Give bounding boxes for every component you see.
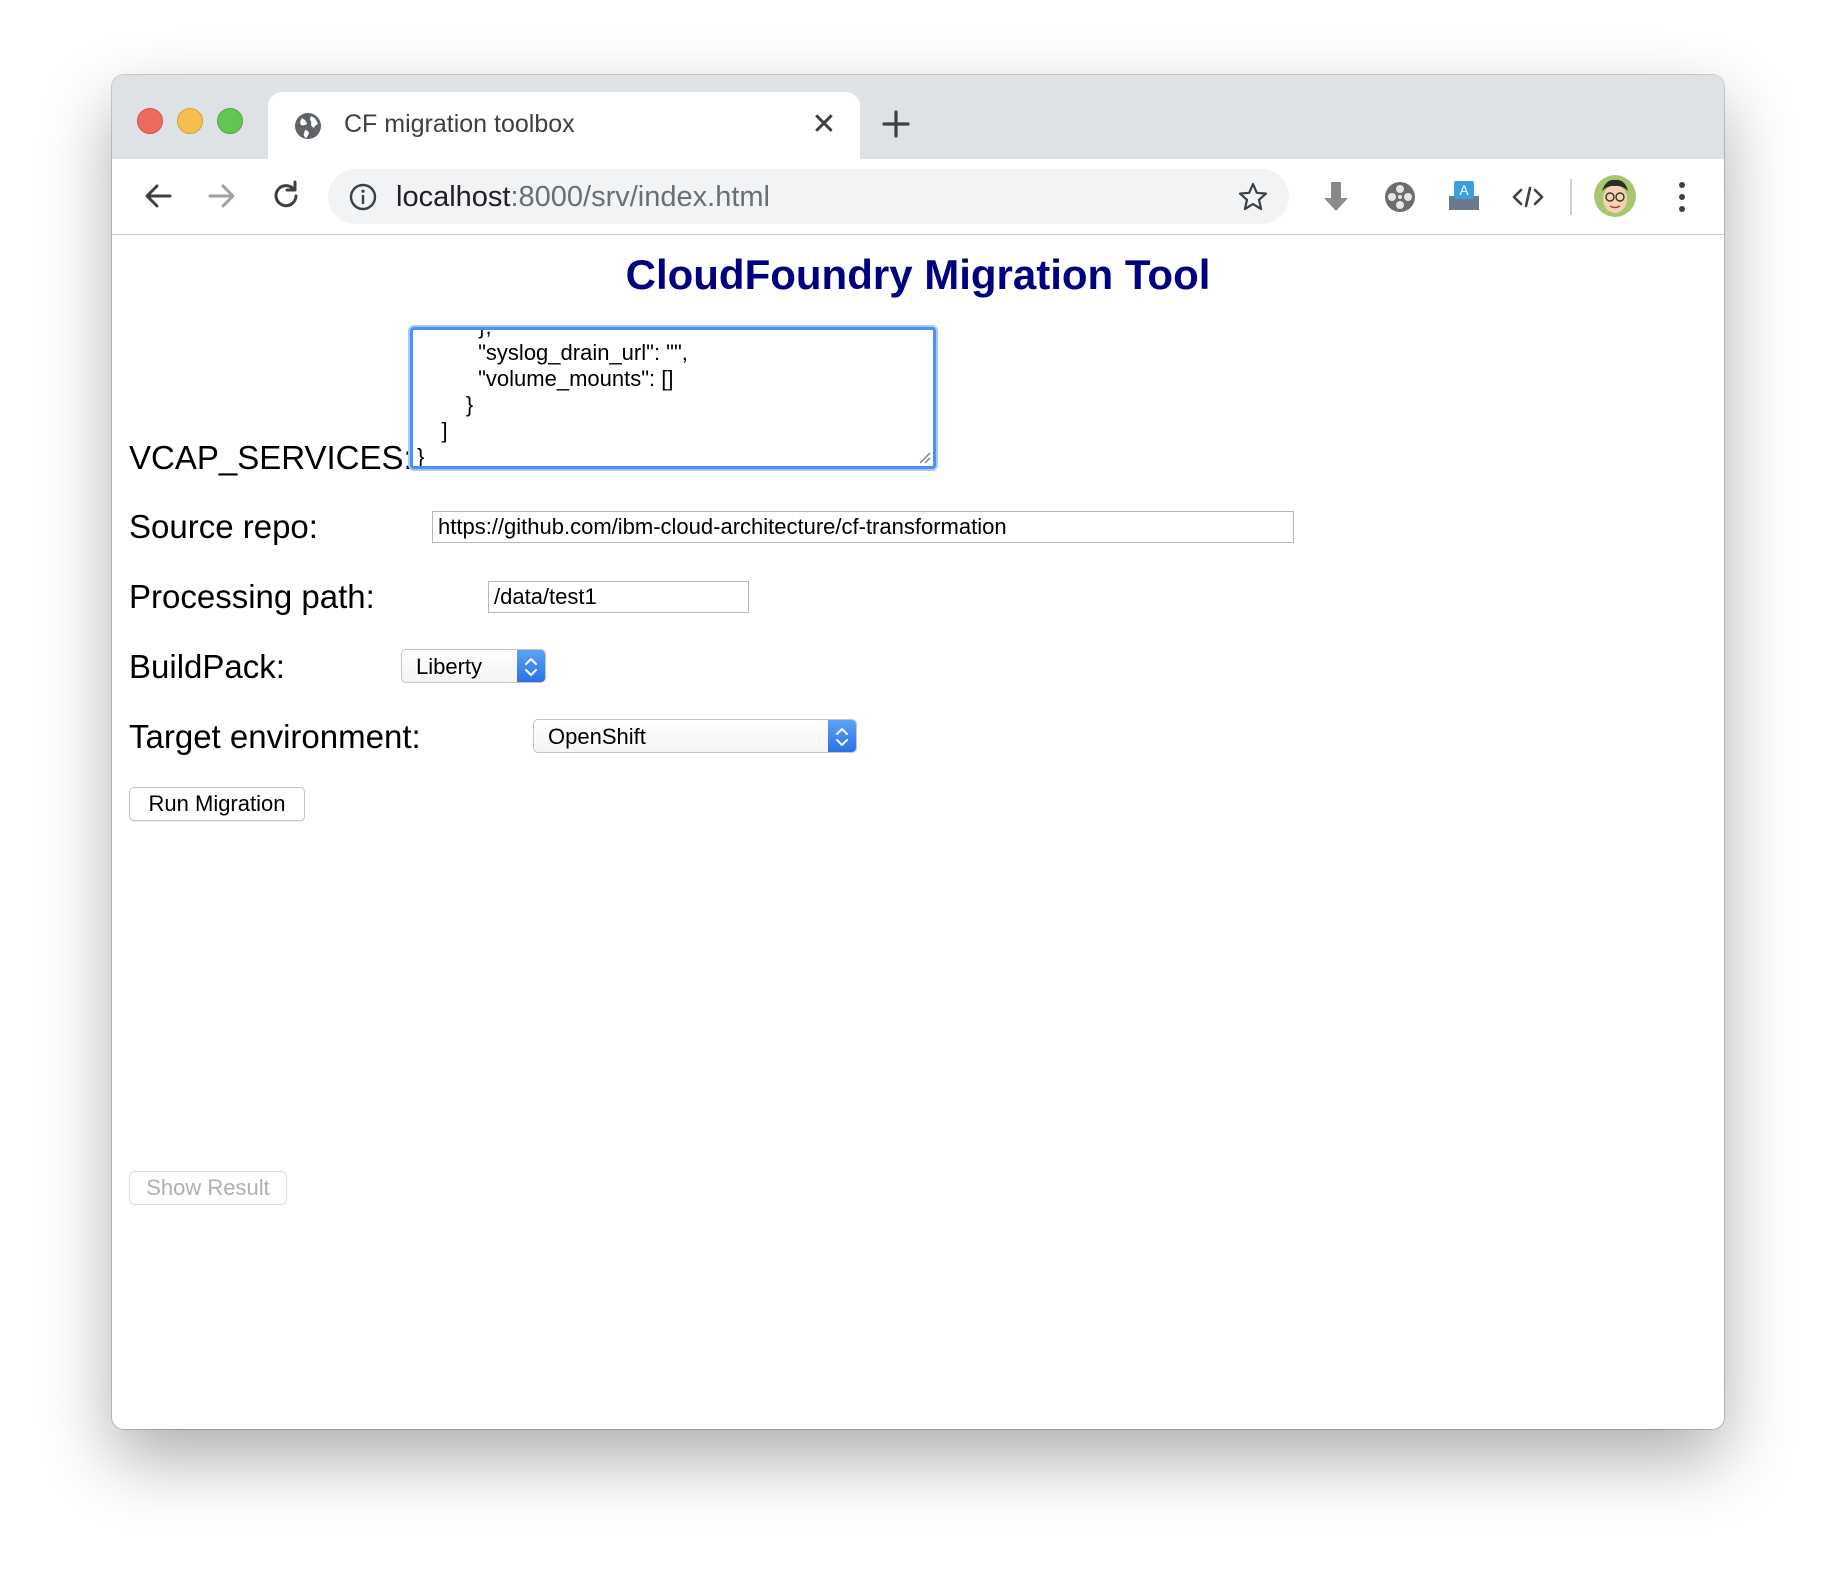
back-arrow-icon[interactable] <box>140 178 176 214</box>
show-result-button[interactable]: Show Result <box>129 1171 287 1205</box>
browser-toolbar: localhost:8000/srv/index.html A <box>112 159 1724 235</box>
app-store-extension-icon[interactable]: A <box>1445 178 1483 216</box>
run-migration-button[interactable]: Run Migration <box>129 787 305 821</box>
tab-title: CF migration toolbox <box>344 110 575 138</box>
url-host: localhost <box>396 181 511 213</box>
close-tab-icon[interactable]: ✕ <box>808 109 840 141</box>
processing-path-label: Processing path: <box>129 578 375 615</box>
page-title: CloudFoundry Migration Tool <box>625 251 1211 298</box>
maximize-window-button[interactable] <box>217 108 243 134</box>
page-content: CloudFoundry Migration Tool VCAP_SERVICE… <box>112 235 1724 1429</box>
buildpack-label: BuildPack: <box>129 648 285 685</box>
target-environment-select[interactable]: OpenShift <box>533 719 857 753</box>
download-arrow-icon[interactable] <box>1317 178 1355 216</box>
vcap-services-label: VCAP_SERVICES: <box>129 439 413 476</box>
buildpack-selected-value: Liberty <box>416 654 483 679</box>
buildpack-select[interactable]: Liberty <box>401 649 546 683</box>
minimize-window-button[interactable] <box>177 108 203 134</box>
avatar-face-icon <box>1594 175 1636 217</box>
target-environment-selected-value: OpenShift <box>548 724 646 749</box>
vcap-services-textarea-frame: }, "syslog_drain_url": "", "volume_mount… <box>410 327 936 469</box>
resize-grip-icon[interactable] <box>917 450 931 464</box>
reload-icon[interactable] <box>268 178 304 214</box>
bookmark-star-icon[interactable] <box>1237 181 1269 213</box>
forward-arrow-icon[interactable] <box>204 178 240 214</box>
code-brackets-icon[interactable] <box>1509 178 1547 216</box>
film-reel-icon[interactable] <box>1381 178 1419 216</box>
globe-icon <box>295 113 321 139</box>
tab-strip: CF migration toolbox ✕ <box>112 75 1724 159</box>
browser-window: CF migration toolbox ✕ localhost:8000/sr… <box>112 75 1724 1429</box>
new-tab-icon[interactable] <box>878 106 914 142</box>
kebab-menu-icon[interactable] <box>1674 177 1690 217</box>
vcap-services-textarea[interactable]: }, "syslog_drain_url": "", "volume_mount… <box>413 330 933 466</box>
browser-tab[interactable]: CF migration toolbox ✕ <box>268 92 860 159</box>
source-repo-label: Source repo: <box>129 508 318 545</box>
select-arrows-icon <box>828 720 856 752</box>
processing-path-input[interactable] <box>488 581 749 613</box>
close-window-button[interactable] <box>137 108 163 134</box>
info-icon[interactable] <box>348 182 378 212</box>
target-environment-label: Target environment: <box>129 718 421 755</box>
url-path: :8000/srv/index.html <box>510 181 770 213</box>
url-text: localhost:8000/srv/index.html <box>396 181 770 214</box>
toolbar-separator <box>1570 179 1572 215</box>
svg-text:A: A <box>1459 182 1469 198</box>
source-repo-input[interactable] <box>432 511 1294 543</box>
profile-avatar[interactable] <box>1594 175 1636 217</box>
address-bar[interactable]: localhost:8000/srv/index.html <box>328 169 1289 224</box>
select-arrows-icon <box>517 650 545 682</box>
